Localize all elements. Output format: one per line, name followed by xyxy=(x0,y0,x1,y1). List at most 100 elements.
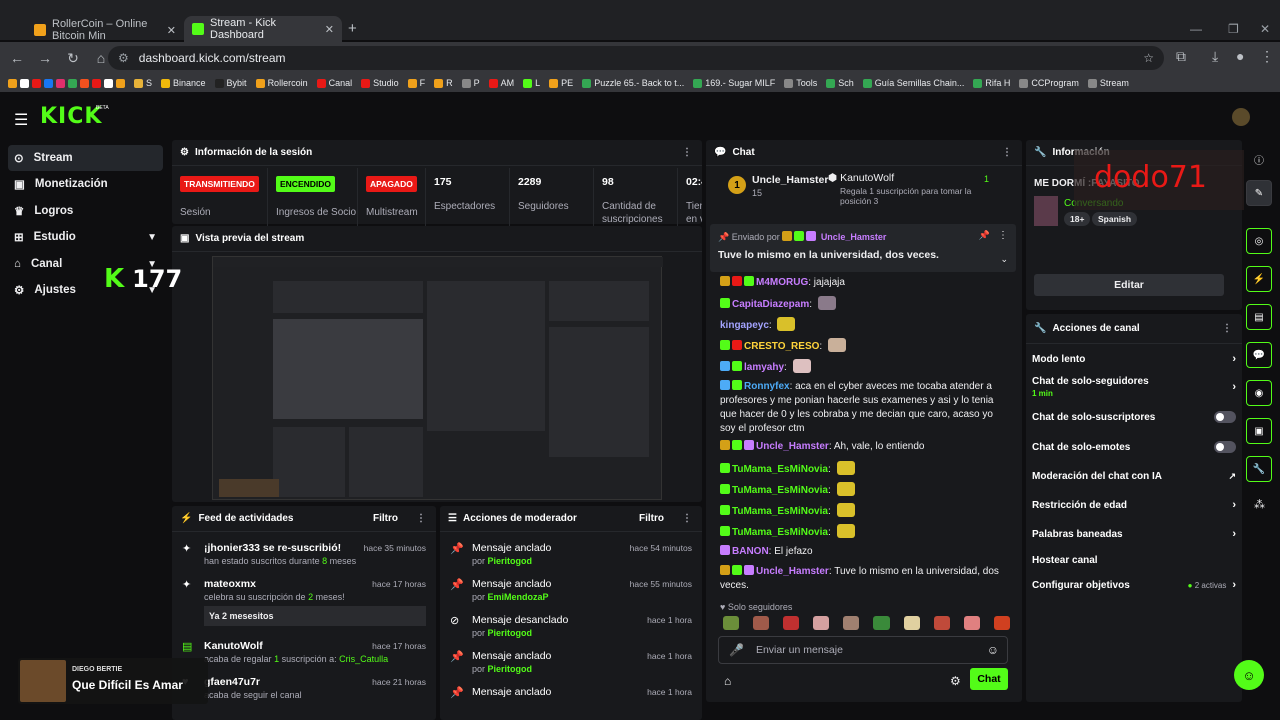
minimize-icon[interactable]: — xyxy=(1190,22,1202,36)
emote[interactable] xyxy=(873,616,890,630)
emote[interactable] xyxy=(903,616,920,630)
kick-logo[interactable]: KICK xyxy=(40,104,102,129)
emote[interactable] xyxy=(813,616,830,630)
bookmark-item[interactable]: Sch xyxy=(826,78,854,88)
action-configure-goals[interactable]: Configurar objetivos ● 2 activas › xyxy=(1032,572,1236,598)
pinned-message[interactable]: 📌 Enviado por Uncle_Hamster Tuve lo mism… xyxy=(710,224,1016,272)
more-options-icon[interactable]: ⋮ xyxy=(998,230,1008,241)
more-options-icon[interactable]: ⋮ xyxy=(682,513,692,524)
bookmark-item[interactable]: S xyxy=(134,78,152,88)
more-options-icon[interactable]: ⋮ xyxy=(682,147,692,158)
tab-kick-dashboard[interactable]: Stream - Kick Dashboard ✕ xyxy=(184,16,342,42)
unpin-icon[interactable]: 📌 xyxy=(979,230,990,241)
close-window-icon[interactable]: ✕ xyxy=(1260,22,1270,36)
bookmark-item[interactable]: CCProgram xyxy=(1019,78,1079,88)
bookmark-item[interactable]: Tools xyxy=(784,78,817,88)
dots-icon[interactable]: ⁂ xyxy=(1254,498,1265,511)
bookmark-item[interactable]: Canal xyxy=(316,78,352,88)
extensions-icon[interactable]: ⧉ xyxy=(1176,48,1186,65)
clipboard-icon[interactable]: ▤ xyxy=(1246,304,1272,330)
sidebar-item-monetizacion[interactable]: ▣ Monetización xyxy=(8,171,163,197)
bookmark-item[interactable]: Guía Semillas Chain... xyxy=(862,78,964,88)
chat-message: kingapeyc: xyxy=(720,317,1000,333)
hamburger-menu-icon[interactable]: ☰ xyxy=(14,110,28,130)
gift-count: 1 xyxy=(984,174,990,184)
profile-icon[interactable]: ● xyxy=(1236,48,1244,64)
more-options-icon[interactable]: ⋮ xyxy=(416,513,426,524)
bookmark-item[interactable]: F xyxy=(407,78,425,88)
panel-icon[interactable]: ▣ xyxy=(1246,418,1272,444)
action-ai-moderation[interactable]: Moderación del chat con IA ↗ xyxy=(1032,463,1236,489)
microphone-icon[interactable]: 🎤 xyxy=(729,643,744,657)
action-age-restriction[interactable]: Restricción de edad › xyxy=(1032,492,1236,518)
bookmark-item[interactable]: Binance xyxy=(161,78,206,88)
emote[interactable] xyxy=(843,616,860,630)
bookmark-item[interactable]: 169.- Sugar MILF xyxy=(693,78,775,88)
emote[interactable] xyxy=(723,616,740,630)
bookmark-item[interactable]: Rifa H xyxy=(973,78,1010,88)
subscribers-only-toggle[interactable] xyxy=(1214,411,1236,423)
top-gifter-name[interactable]: Uncle_Hamster xyxy=(752,174,828,186)
support-chat-icon[interactable]: ☺ xyxy=(1234,660,1264,690)
site-info-icon[interactable]: ⚙ xyxy=(118,51,129,65)
user-avatar[interactable] xyxy=(1232,108,1250,126)
sidebar-item-estudio[interactable]: ⊞ Estudio ▼ xyxy=(8,224,163,250)
action-banned-words[interactable]: Palabras baneadas › xyxy=(1032,521,1236,547)
chevron-down-icon[interactable]: ⌄ xyxy=(1000,254,1008,265)
filter-button[interactable]: Filtro xyxy=(639,513,664,524)
stat-time: 02:4 Tiem en vi xyxy=(686,176,702,225)
address-bar[interactable]: ⚙ dashboard.kick.com/stream ☆ xyxy=(108,46,1164,70)
sidebar-item-logros[interactable]: ♛ Logros xyxy=(8,198,163,224)
emote[interactable] xyxy=(963,616,980,630)
emote[interactable] xyxy=(993,616,1010,630)
camera-icon[interactable]: ◎ xyxy=(1246,228,1272,254)
chat-input[interactable]: 🎤 Enviar un mensaje ☺ xyxy=(718,636,1008,664)
info-icon[interactable]: ⓘ xyxy=(1254,152,1264,167)
more-options-icon[interactable]: ⋮ xyxy=(1002,147,1012,158)
bookmark-item[interactable]: R xyxy=(434,78,453,88)
emote[interactable] xyxy=(753,616,770,630)
send-chat-button[interactable]: Chat xyxy=(970,668,1008,690)
stream-preview-video[interactable] xyxy=(212,256,663,500)
tab-rollercoin[interactable]: RollerCoin – Online Bitcoin Min ✕ xyxy=(26,18,184,42)
bookmark-item[interactable]: P xyxy=(461,78,480,88)
action-followers-only[interactable]: Chat de solo-seguidores 1 min › xyxy=(1032,372,1236,402)
reload-icon[interactable]: ↻ xyxy=(62,50,84,67)
filter-button[interactable]: Filtro xyxy=(373,513,398,524)
more-options-icon[interactable]: ⋮ xyxy=(1222,323,1232,334)
new-tab-icon[interactable]: + xyxy=(348,20,357,37)
action-slow-mode[interactable]: Modo lento › xyxy=(1032,346,1236,372)
chat-bubble-icon[interactable]: 💬 xyxy=(1246,342,1272,368)
chat-icon: 💬 xyxy=(714,147,727,158)
lightning-icon[interactable]: ⚡ xyxy=(1246,266,1272,292)
maximize-icon[interactable]: ❐ xyxy=(1228,22,1239,36)
bookmark-item[interactable]: Rollercoin xyxy=(255,78,308,88)
bookmark-apps-icon[interactable] xyxy=(8,78,125,88)
bookmark-star-icon[interactable]: ☆ xyxy=(1143,51,1154,65)
bookmark-item[interactable]: Studio xyxy=(361,78,399,88)
sidebar-item-stream[interactable]: ⊙ Stream xyxy=(8,145,163,171)
emote[interactable] xyxy=(933,616,950,630)
bookmark-item[interactable]: Stream xyxy=(1087,78,1129,88)
broadcast-icon[interactable]: ◉ xyxy=(1246,380,1272,406)
close-tab-icon[interactable]: ✕ xyxy=(167,24,176,37)
download-icon[interactable]: ⤓ xyxy=(1212,48,1218,65)
store-icon[interactable]: ⌂ xyxy=(724,674,731,688)
emotes-only-toggle[interactable] xyxy=(1214,441,1236,453)
forward-icon[interactable]: → xyxy=(34,50,56,66)
bookmark-item[interactable]: PE xyxy=(549,78,573,88)
bookmark-item[interactable]: AM xyxy=(488,78,514,88)
emoji-icon[interactable]: ☺ xyxy=(987,643,999,657)
bookmark-item[interactable]: L xyxy=(523,78,540,88)
gear-icon[interactable]: ⚙ xyxy=(950,674,961,688)
wrench-icon[interactable]: 🔧 xyxy=(1246,456,1272,482)
edit-button[interactable]: Editar xyxy=(1034,274,1224,296)
browser-menu-icon[interactable]: ⋮ xyxy=(1260,48,1274,65)
close-tab-icon[interactable]: ✕ xyxy=(325,23,334,36)
edit-pencil-icon[interactable]: ✎ xyxy=(1246,180,1272,206)
back-icon[interactable]: ← xyxy=(6,50,28,66)
emote[interactable] xyxy=(783,616,800,630)
bookmark-item[interactable]: Puzzle 65.- Back to t... xyxy=(582,78,684,88)
bookmark-item[interactable]: Bybit xyxy=(214,78,247,88)
action-host-channel[interactable]: Hostear canal xyxy=(1032,547,1236,573)
